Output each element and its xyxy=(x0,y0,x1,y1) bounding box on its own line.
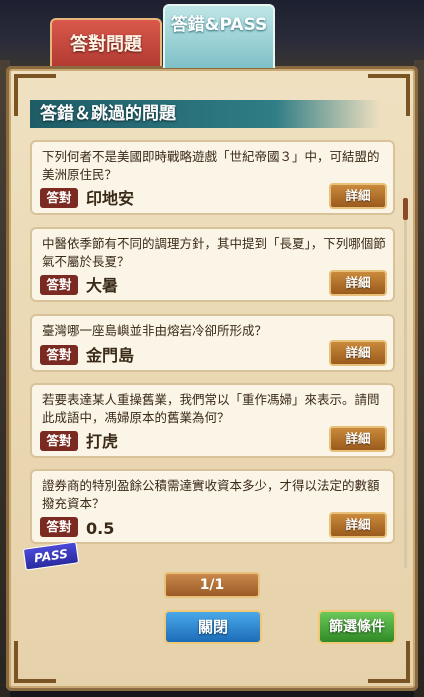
question-card: 下列何者不是美國即時戰略遊戲「世紀帝國３」中，可結盟的美洲原住民？ 答對 印地安… xyxy=(30,140,395,215)
corner-ornament xyxy=(14,641,56,683)
question-card: 臺灣哪一座島嶼並非由熔岩冷卻所形成？ 答對 金門島 詳細 xyxy=(30,314,395,372)
page-indicator: 1/1 xyxy=(164,572,260,598)
question-text: 臺灣哪一座島嶼並非由熔岩冷卻所形成？ xyxy=(42,323,268,338)
scrollbar-track[interactable] xyxy=(404,198,407,568)
scrollbar-thumb[interactable] xyxy=(403,198,408,220)
question-card: 若要表達某人重操舊業，我們常以「重作馮婦」來表示。請問此成語中，馮婦原本的舊業為… xyxy=(30,383,395,458)
question-card: 證券商的特別盈餘公積需達實收資本多少，才得以法定的數額撥充資本？ 答對 0.5 … xyxy=(30,469,395,544)
correct-answer-text: 打虎 xyxy=(86,432,119,451)
correct-answer-badge: 答對 xyxy=(40,275,78,295)
question-text: 下列何者不是美國即時戰略遊戲「世紀帝國３」中，可結盟的美洲原住民？ xyxy=(42,149,380,182)
question-text: 中醫依季節有不同的調理方針，其中提到「長夏」，下列哪個節氣不屬於長夏？ xyxy=(42,236,386,269)
correct-answer-badge: 答對 xyxy=(40,345,78,365)
tab-answered-questions[interactable]: 答對問題 xyxy=(50,18,162,68)
correct-answer-text: 大暑 xyxy=(86,276,119,295)
detail-button[interactable]: 詳細 xyxy=(329,183,387,209)
question-list[interactable]: 下列何者不是美國即時戰略遊戲「世紀帝國３」中，可結盟的美洲原住民？ 答對 印地安… xyxy=(30,140,400,568)
detail-button[interactable]: 詳細 xyxy=(329,426,387,452)
correct-answer-text: 印地安 xyxy=(86,189,135,208)
correct-answer-badge: 答對 xyxy=(40,517,78,537)
question-text: 證券商的特別盈餘公積需達實收資本多少，才得以法定的數額撥充資本？ xyxy=(42,478,380,511)
question-card: 中醫依季節有不同的調理方針，其中提到「長夏」，下列哪個節氣不屬於長夏？ 答對 大… xyxy=(30,227,395,302)
correct-answer-text: 0.5 xyxy=(86,519,115,538)
close-button[interactable]: 關閉 xyxy=(164,610,262,644)
correct-answer-badge: 答對 xyxy=(40,431,78,451)
section-title: 答錯＆跳過的問題 xyxy=(30,100,380,128)
question-text: 若要表達某人重操舊業，我們常以「重作馮婦」來表示。請問此成語中，馮婦原本的舊業為… xyxy=(42,392,380,425)
detail-button[interactable]: 詳細 xyxy=(329,340,387,366)
corner-ornament xyxy=(368,641,410,683)
correct-answer-text: 金門島 xyxy=(86,346,135,365)
filter-button[interactable]: 篩選條件 xyxy=(318,610,396,644)
detail-button[interactable]: 詳細 xyxy=(329,512,387,538)
tab-wrong-and-pass[interactable]: 答錯&PASS xyxy=(163,4,275,68)
detail-button[interactable]: 詳細 xyxy=(329,270,387,296)
correct-answer-badge: 答對 xyxy=(40,188,78,208)
